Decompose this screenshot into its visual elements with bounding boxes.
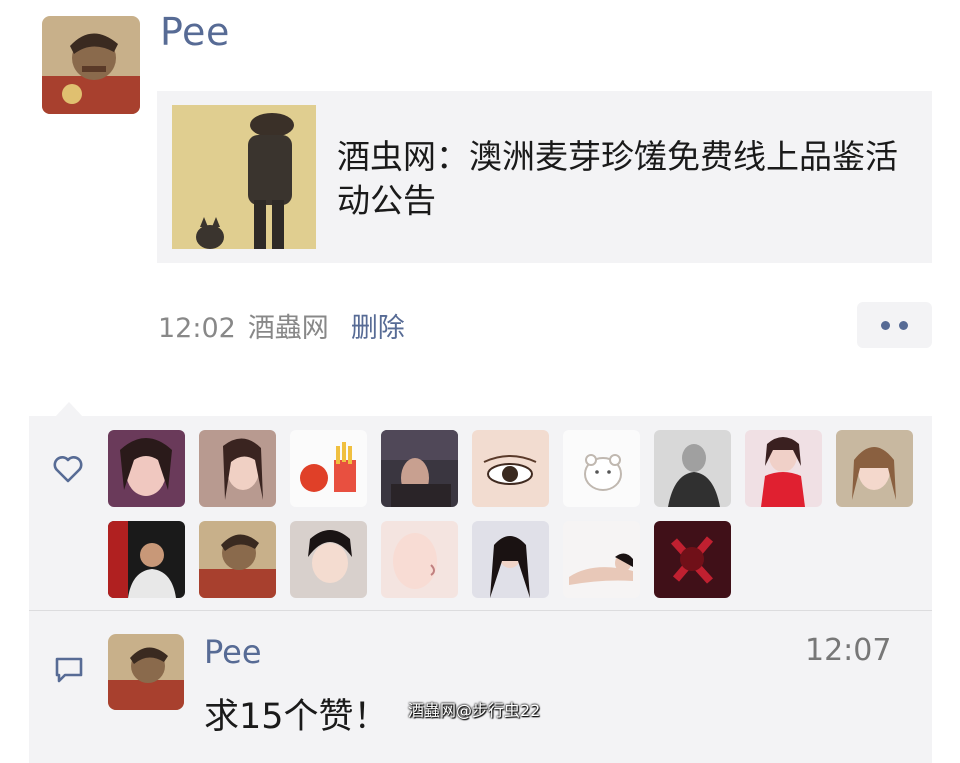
liker-avatar[interactable] [199, 430, 276, 507]
post-author-name[interactable]: Pee [160, 10, 230, 54]
panel-notch [55, 402, 83, 417]
liker-avatar[interactable] [563, 430, 640, 507]
liker-avatar[interactable] [745, 430, 822, 507]
more-dots-icon [881, 321, 890, 330]
liker-avatar[interactable] [836, 430, 913, 507]
panel-divider [29, 610, 932, 611]
commenter-avatar[interactable] [108, 634, 184, 710]
watermark: 酒蟲网@步行虫22 [408, 701, 541, 720]
liker-avatar[interactable] [199, 521, 276, 598]
liker-avatar[interactable] [108, 521, 185, 598]
liker-avatar[interactable] [654, 430, 731, 507]
comment-time: 12:07 [805, 633, 892, 668]
post-meta: 12:02 酒蟲网 删除 [158, 310, 405, 348]
liker-avatar[interactable] [472, 430, 549, 507]
link-title: 酒虫网：澳洲麦芽珍馐免费线上品鉴活动公告 [337, 137, 898, 220]
heart-icon [53, 456, 83, 483]
liker-avatar[interactable] [108, 430, 185, 507]
post-author-avatar[interactable] [42, 16, 140, 114]
liker-avatar[interactable] [381, 430, 458, 507]
liker-avatar[interactable] [381, 521, 458, 598]
liker-avatar[interactable] [563, 521, 640, 598]
post-time: 12:02 [158, 313, 236, 344]
liker-avatar[interactable] [290, 430, 367, 507]
comment-icon [55, 657, 83, 683]
post-source[interactable]: 酒蟲网 [248, 313, 329, 344]
link-thumbnail [172, 105, 316, 249]
delete-link[interactable]: 删除 [351, 313, 405, 344]
shared-link-card[interactable]: 酒虫网：澳洲麦芽珍馐免费线上品鉴活动公告 [157, 91, 932, 263]
liker-avatar[interactable] [472, 521, 549, 598]
comment-text[interactable]: 求15个赞！ [204, 688, 389, 739]
more-dots-icon-dot [899, 321, 908, 330]
liker-avatar[interactable] [290, 521, 367, 598]
more-button[interactable] [857, 302, 932, 348]
commenter-name[interactable]: Pee [204, 633, 262, 671]
liker-avatar[interactable] [654, 521, 731, 598]
